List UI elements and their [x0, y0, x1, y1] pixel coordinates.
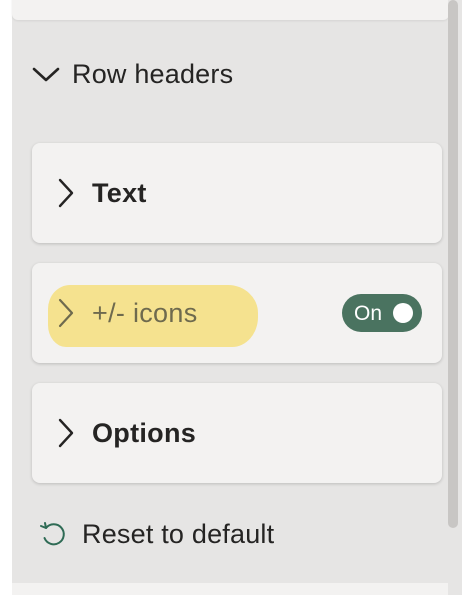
- reset-label: Reset to default: [82, 518, 275, 549]
- reset-to-default-button[interactable]: Reset to default: [36, 512, 274, 556]
- card-label-text: Text: [92, 177, 147, 208]
- chevron-right-icon: [54, 297, 78, 329]
- toggle-label: On: [354, 301, 383, 325]
- format-pane-page: Row headers Text +/- icons On Options Re…: [0, 0, 470, 595]
- scrollbar-thumb[interactable]: [448, 0, 458, 528]
- chevron-down-icon: [32, 60, 60, 88]
- row-headers-section-header[interactable]: Row headers: [32, 52, 233, 96]
- plus-minus-icons-toggle[interactable]: On: [342, 294, 422, 332]
- card-label-options: Options: [92, 417, 197, 448]
- text-card[interactable]: Text: [32, 143, 442, 243]
- next-card-top: [12, 583, 449, 595]
- section-title: Row headers: [72, 58, 234, 89]
- card-label-plus-minus-icons: +/- icons: [92, 297, 198, 328]
- chevron-right-icon: [54, 417, 78, 449]
- reset-icon: [36, 518, 68, 550]
- options-card[interactable]: Options: [32, 383, 442, 483]
- chevron-right-icon: [54, 177, 78, 209]
- plus-minus-icons-card[interactable]: +/- icons On: [32, 263, 442, 363]
- previous-card-bottom: [12, 0, 449, 20]
- toggle-knob: [393, 303, 413, 323]
